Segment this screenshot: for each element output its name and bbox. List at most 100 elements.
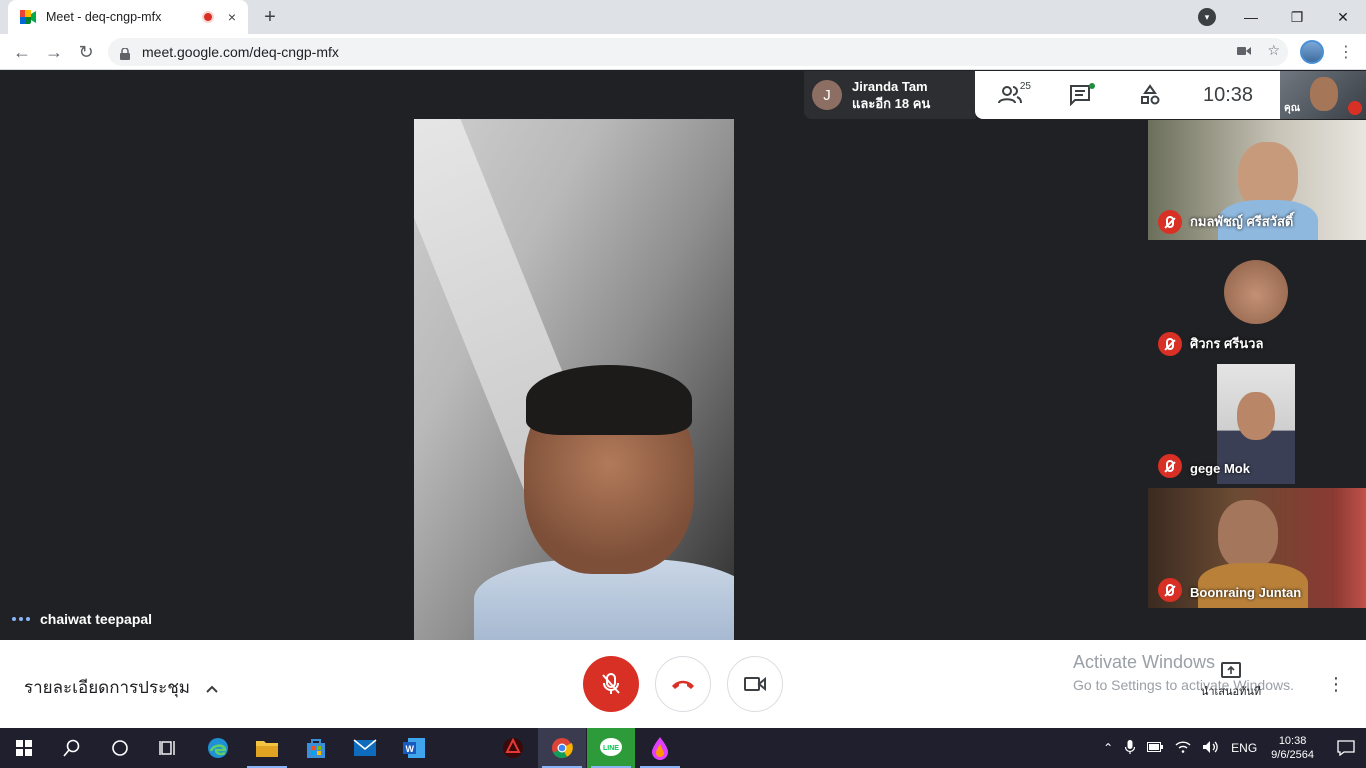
task-view-icon[interactable] bbox=[144, 728, 192, 768]
camera-toggle-button[interactable] bbox=[727, 656, 783, 712]
chrome-menu-icon[interactable]: ⋮ bbox=[1338, 40, 1354, 64]
participant-name: ศิวกร ศรีนวล bbox=[1190, 336, 1264, 351]
presenter-name: Jiranda Tam bbox=[852, 79, 928, 94]
screen: Meet - deq-cngp-mfx × + ▾ — ❐ ✕ ← → ↻ me… bbox=[0, 0, 1366, 768]
hang-up-icon bbox=[672, 680, 694, 689]
mail-icon[interactable] bbox=[341, 728, 389, 768]
more-options-dots-icon[interactable] bbox=[12, 617, 30, 621]
meet-bottom-bar: รายละเอียดการประชุม Activate Windows Go … bbox=[0, 640, 1366, 728]
mic-off-icon bbox=[1158, 332, 1182, 356]
svg-text:W: W bbox=[406, 744, 415, 754]
participant-name: gege Mok bbox=[1190, 461, 1250, 476]
participant-face bbox=[1218, 500, 1278, 570]
meet-stage: chaiwat teepapal J Jiranda Tam และอีก 18… bbox=[0, 71, 1366, 640]
meeting-clock: 10:38 bbox=[1203, 83, 1254, 106]
new-tab-button[interactable]: + bbox=[258, 6, 282, 28]
present-now-button[interactable]: นำเสนอทันที bbox=[1196, 662, 1266, 700]
maximize-button[interactable]: ❐ bbox=[1274, 0, 1320, 34]
forward-arrow-icon[interactable]: → bbox=[42, 40, 66, 64]
minimize-button[interactable]: — bbox=[1228, 0, 1274, 34]
mic-off-icon bbox=[1158, 454, 1182, 478]
volume-icon[interactable] bbox=[1203, 740, 1219, 756]
back-arrow-icon[interactable]: ← bbox=[10, 40, 34, 64]
paint-drop-icon[interactable] bbox=[636, 728, 684, 768]
meet-favicon-icon bbox=[20, 10, 36, 24]
presenter-chip[interactable]: J Jiranda Tam และอีก 18 คน bbox=[804, 71, 976, 119]
leave-call-button[interactable] bbox=[655, 656, 711, 712]
chevron-up-icon bbox=[206, 680, 218, 696]
camera-permission-icon[interactable] bbox=[1237, 43, 1252, 59]
taskbar-date: 9/6/2564 bbox=[1271, 749, 1314, 761]
close-window-button[interactable]: ✕ bbox=[1320, 0, 1366, 34]
file-explorer-icon[interactable] bbox=[243, 728, 291, 768]
address-bar[interactable]: meet.google.com/deq-cngp-mfx ☆ bbox=[108, 38, 1288, 66]
mic-toggle-button[interactable] bbox=[583, 656, 639, 712]
chevron-up-icon[interactable]: ⌃ bbox=[1103, 741, 1113, 755]
presenter-others: และอีก 18 คน bbox=[852, 96, 931, 111]
cortana-icon[interactable] bbox=[96, 728, 144, 768]
meeting-details-label: รายละเอียดการประชุม bbox=[24, 678, 190, 697]
windows-taskbar: W LINE ⌃ ENG 10:38 9/6/2564 bbox=[0, 728, 1366, 768]
chrome-icon[interactable] bbox=[538, 728, 586, 768]
activities-button[interactable] bbox=[1115, 71, 1185, 119]
participant-tile[interactable]: gege Mok bbox=[1148, 364, 1366, 484]
people-button[interactable]: 25 bbox=[975, 71, 1045, 119]
edge-browser-icon[interactable] bbox=[194, 728, 242, 768]
self-face bbox=[1310, 77, 1338, 111]
svg-text:LINE: LINE bbox=[603, 745, 619, 752]
battery-icon[interactable] bbox=[1147, 741, 1164, 755]
reload-icon[interactable]: ↻ bbox=[74, 40, 98, 64]
chat-button[interactable] bbox=[1045, 71, 1115, 119]
participant-face bbox=[1237, 392, 1275, 440]
word-icon[interactable]: W bbox=[390, 728, 438, 768]
tab-search-icon[interactable]: ▾ bbox=[1198, 8, 1216, 26]
system-tray: ⌃ ENG 10:38 9/6/2564 bbox=[1097, 728, 1366, 768]
video-camera-icon bbox=[744, 676, 766, 692]
present-now-label: นำเสนอทันที bbox=[1200, 686, 1262, 698]
self-view-tile[interactable]: คุณ bbox=[1280, 71, 1366, 119]
url-text: meet.google.com/deq-cngp-mfx bbox=[142, 44, 339, 60]
line-app-icon[interactable]: LINE bbox=[587, 728, 635, 768]
tab-title: Meet - deq-cngp-mfx bbox=[46, 10, 162, 24]
participant-tile[interactable]: ศิวกร ศรีนวล bbox=[1148, 242, 1366, 362]
profile-avatar[interactable] bbox=[1300, 40, 1324, 64]
wifi-icon[interactable] bbox=[1175, 740, 1191, 756]
people-count: 25 bbox=[1019, 81, 1031, 92]
mic-off-icon bbox=[1158, 210, 1182, 234]
browser-tab-strip: Meet - deq-cngp-mfx × + ▾ — ❐ ✕ bbox=[0, 0, 1366, 34]
search-icon[interactable] bbox=[48, 728, 96, 768]
speaker-hair bbox=[526, 365, 692, 435]
participant-tile[interactable]: กมลพัชญ์ ศรีสวัสดิ์ bbox=[1148, 120, 1366, 240]
more-options-icon[interactable]: ⋮ bbox=[1326, 670, 1346, 698]
participant-avatar bbox=[1224, 260, 1288, 324]
windows-start-icon[interactable] bbox=[0, 728, 48, 768]
meet-top-bar: 25 10:38 bbox=[975, 71, 1280, 119]
mic-off-icon bbox=[1158, 578, 1182, 602]
app-red-icon[interactable] bbox=[489, 728, 537, 768]
notification-center-icon[interactable] bbox=[1326, 728, 1366, 768]
input-language[interactable]: ENG bbox=[1231, 741, 1257, 755]
chat-icon bbox=[1070, 85, 1090, 106]
participant-name: กมลพัชญ์ ศรีสวัสดิ์ bbox=[1190, 214, 1294, 229]
chat-unread-dot bbox=[1089, 83, 1095, 89]
present-screen-icon bbox=[1221, 662, 1241, 678]
self-label: คุณ bbox=[1284, 103, 1300, 114]
browser-tab[interactable]: Meet - deq-cngp-mfx × bbox=[8, 0, 248, 34]
self-mic-off-icon bbox=[1348, 101, 1362, 115]
presenter-avatar: J bbox=[812, 80, 842, 110]
main-speaker-video[interactable] bbox=[414, 119, 734, 640]
recording-indicator-icon bbox=[202, 11, 214, 23]
window-controls: — ❐ ✕ bbox=[1228, 0, 1366, 34]
microphone-icon[interactable] bbox=[1125, 739, 1136, 757]
bookmark-star-icon[interactable]: ☆ bbox=[1267, 42, 1280, 59]
participant-tile[interactable]: Boonraing Juntan bbox=[1148, 488, 1366, 608]
activities-icon bbox=[1141, 84, 1160, 105]
mic-off-icon bbox=[602, 673, 620, 694]
tab-close-button[interactable]: × bbox=[224, 9, 240, 25]
taskbar-time: 10:38 bbox=[1278, 735, 1307, 747]
meeting-details-button[interactable]: รายละเอียดการประชุม bbox=[24, 674, 218, 701]
microsoft-store-icon[interactable] bbox=[292, 728, 340, 768]
taskbar-clock[interactable]: 10:38 9/6/2564 bbox=[1271, 734, 1314, 762]
people-icon bbox=[998, 86, 1022, 104]
browser-toolbar: ← → ↻ meet.google.com/deq-cngp-mfx ☆ ⋮ bbox=[0, 34, 1366, 70]
